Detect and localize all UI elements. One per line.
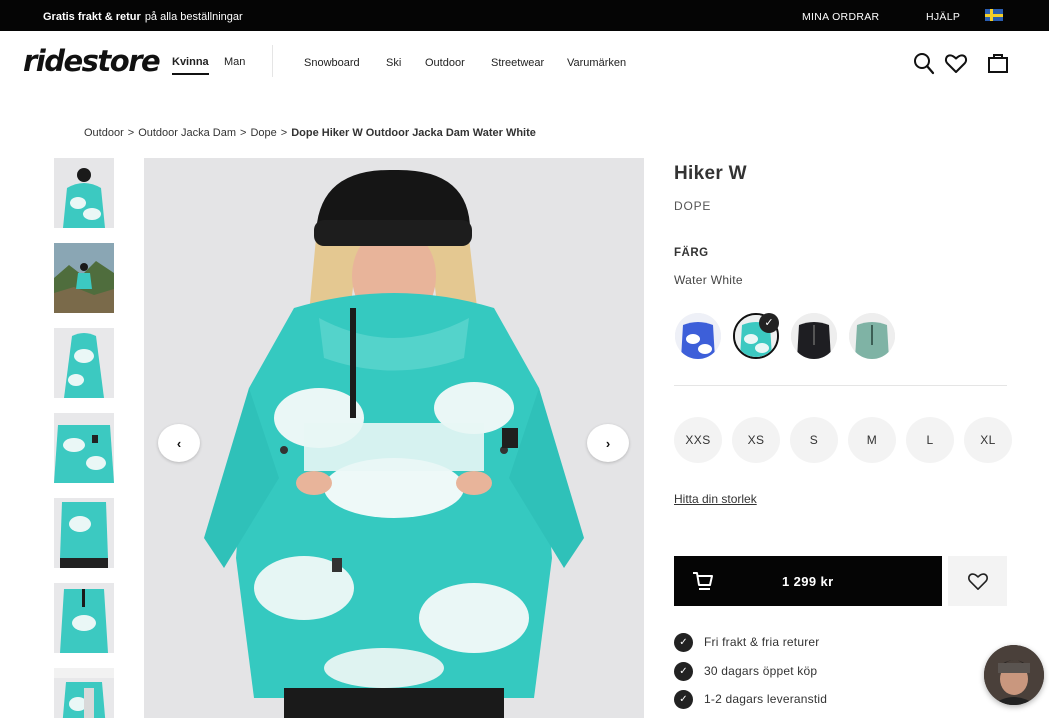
check-circle-icon: ✓ xyxy=(674,633,693,652)
gallery-thumbnail[interactable] xyxy=(54,498,114,568)
heart-icon[interactable] xyxy=(944,51,968,75)
top-promo-bar: Gratis frakt & retur på alla beställninga… xyxy=(0,0,1049,31)
nav-category-varumarken[interactable]: Varumärken xyxy=(567,57,626,69)
size-option-xxs[interactable]: XXS xyxy=(674,417,722,463)
gallery-thumbnail[interactable] xyxy=(54,328,114,398)
my-orders-link[interactable]: MINA ORDRAR xyxy=(802,11,879,23)
promo-bold-text: Gratis frakt & retur xyxy=(43,11,141,23)
breadcrumb-item-outdoor[interactable]: Outdoor xyxy=(84,127,124,139)
breadcrumb-separator: > xyxy=(127,127,135,139)
help-link[interactable]: HJÄLP xyxy=(926,11,960,23)
color-swatch-green[interactable] xyxy=(849,313,895,359)
promo-text: på alla beställningar xyxy=(144,11,243,23)
divider xyxy=(674,385,1007,386)
add-to-cart-button[interactable]: 1 299 kr xyxy=(674,556,942,606)
color-swatch-black[interactable] xyxy=(791,313,837,359)
chevron-left-icon: ‹ xyxy=(176,435,182,451)
gallery-thumbnail[interactable] xyxy=(54,158,114,228)
size-option-l[interactable]: L xyxy=(906,417,954,463)
nav-category-outdoor[interactable]: Outdoor xyxy=(425,57,465,69)
gallery-thumbnail[interactable] xyxy=(54,668,114,718)
breadcrumb-item-dope[interactable]: Dope xyxy=(250,127,276,139)
product-title: Hiker W xyxy=(674,163,747,184)
chat-avatar-button[interactable] xyxy=(984,645,1044,705)
gallery-prev-button[interactable]: ‹ xyxy=(158,424,200,462)
size-option-s[interactable]: S xyxy=(790,417,838,463)
color-label: FÄRG xyxy=(674,247,709,259)
heart-icon xyxy=(967,573,988,590)
breadcrumb-separator: > xyxy=(240,127,247,139)
size-option-m[interactable]: M xyxy=(848,417,896,463)
sweden-flag-icon[interactable] xyxy=(985,9,1003,21)
nav-category-snowboard[interactable]: Snowboard xyxy=(304,57,360,69)
breadcrumb: Outdoor > Outdoor Jacka Dam > Dope > Dope Hike… xyxy=(84,127,536,139)
gallery-thumbnail[interactable] xyxy=(54,243,114,313)
nav-category-streetwear[interactable]: Streetwear xyxy=(491,57,544,69)
product-price: 1 299 kr xyxy=(782,574,834,589)
feature-text: 30 dagars öppet köp xyxy=(704,664,818,678)
breadcrumb-item-outdoor-jacka-dam[interactable]: Outdoor Jacka Dam xyxy=(138,127,236,139)
check-circle-icon: ✓ xyxy=(674,690,693,709)
nav-gender-man[interactable]: Man xyxy=(224,56,245,68)
chevron-right-icon: › xyxy=(605,435,611,451)
check-circle-icon: ✓ xyxy=(674,662,693,681)
nav-divider xyxy=(272,45,273,77)
breadcrumb-current: Dope Hiker W Outdoor Jacka Dam Water Whi… xyxy=(291,127,536,139)
size-option-xs[interactable]: XS xyxy=(732,417,780,463)
product-brand[interactable]: DOPE xyxy=(674,199,711,213)
selected-color-name: Water White xyxy=(674,273,743,287)
add-to-wishlist-button[interactable] xyxy=(948,556,1007,606)
promo-message: Gratis frakt & retur på alla beställninga… xyxy=(43,11,243,23)
breadcrumb-separator: > xyxy=(280,127,288,139)
gallery-thumbnail[interactable] xyxy=(54,583,114,653)
gallery-next-button[interactable]: › xyxy=(587,424,629,462)
find-size-link[interactable]: Hitta din storlek xyxy=(674,492,757,506)
nav-category-ski[interactable]: Ski xyxy=(386,57,401,69)
main-product-image xyxy=(144,158,644,718)
feature-text: 1-2 dagars leveranstid xyxy=(704,692,828,706)
main-header: ridestore Kvinna Man Snowboard Ski Outdo… xyxy=(0,31,1049,95)
feature-text: Fri frakt & fria returer xyxy=(704,635,820,649)
color-swatch-blue-tie-dye[interactable] xyxy=(675,313,721,359)
size-option-xl[interactable]: XL xyxy=(964,417,1012,463)
gallery-thumbnail[interactable] xyxy=(54,413,114,483)
search-icon[interactable] xyxy=(912,51,936,75)
selected-check-icon: ✓ xyxy=(759,313,779,333)
cart-icon xyxy=(693,572,713,590)
bag-icon[interactable] xyxy=(986,51,1010,75)
ridestore-logo[interactable]: ridestore xyxy=(23,44,161,78)
nav-gender-kvinna[interactable]: Kvinna xyxy=(172,56,209,75)
